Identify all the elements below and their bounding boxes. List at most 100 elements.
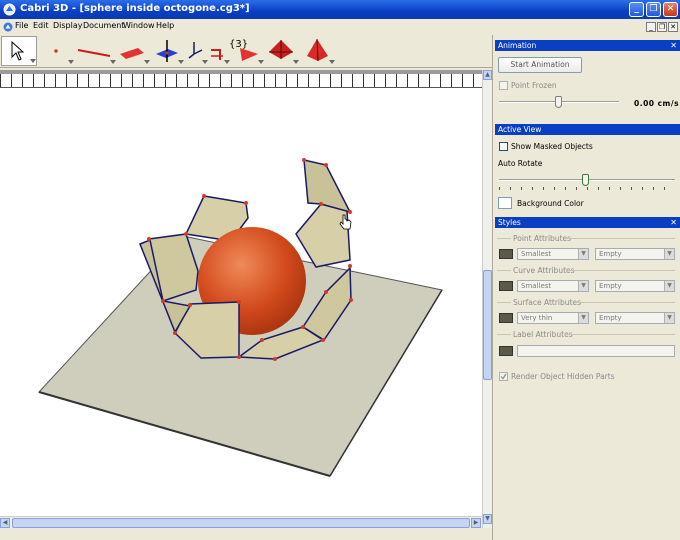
vertex-point[interactable] [324,290,328,294]
close-icon[interactable]: ✕ [670,40,677,51]
surface-color-swatch[interactable] [499,313,513,323]
line-tool[interactable] [76,36,116,66]
animation-panel-header: Animation ✕ [495,40,680,51]
horizontal-scrollbar[interactable]: ◀ ▶ [0,516,482,528]
regular-polyhedron-tool[interactable] [303,36,335,66]
close-icon[interactable]: ✕ [670,217,677,228]
pentagon-face[interactable] [295,203,351,268]
close-button[interactable]: ✕ [663,2,678,17]
curve-style-value: Empty [599,282,622,290]
tool-menu-arrow [68,60,74,64]
vertex-point[interactable] [237,300,241,304]
vertex-point[interactable] [319,202,323,206]
curve-attributes-label: Curve Attributes [513,266,575,275]
point-tool[interactable] [42,36,74,66]
maximize-button[interactable]: ❐ [646,2,661,17]
polygon-tool[interactable] [236,36,264,66]
point-color-swatch[interactable] [499,249,513,259]
vertical-scroll-thumb[interactable] [483,270,492,380]
scroll-left-arrow-icon[interactable]: ◀ [0,518,10,528]
mdi-restore-button[interactable]: ❐ [657,22,667,32]
vertical-scrollbar[interactable]: ▲ ▼ [482,70,492,528]
divider [565,334,675,335]
label-font-field[interactable] [517,345,675,357]
auto-rotate-slider-thumb[interactable] [582,174,589,186]
drawing-canvas[interactable] [0,88,482,516]
menu-window[interactable]: Window [123,21,155,30]
vertex-point[interactable] [244,201,248,205]
scroll-right-arrow-icon[interactable]: ▶ [471,518,481,528]
background-color-swatch[interactable] [498,197,512,209]
background-color-label: Background Color [517,199,584,208]
vertex-point[interactable] [348,210,352,214]
menu-edit[interactable]: Edit [33,21,49,30]
horizontal-scroll-thumb[interactable] [12,518,470,528]
curve-color-swatch[interactable] [499,281,513,291]
render-hidden-checkbox[interactable] [499,372,508,381]
divider [575,302,675,303]
show-masked-checkbox[interactable] [499,142,508,151]
scroll-down-arrow-icon[interactable]: ▼ [483,514,492,524]
cabri-app-icon [3,3,16,16]
start-animation-button[interactable]: Start Animation [498,57,582,73]
vertex-point[interactable] [202,194,206,198]
point-frozen-checkbox[interactable] [499,81,508,90]
plane-tool[interactable] [118,36,150,66]
transformation-tool[interactable] [186,36,208,66]
scroll-up-arrow-icon[interactable]: ▲ [483,70,492,80]
tool-menu-arrow [178,60,184,64]
divider [567,270,675,271]
checkmark-icon [500,373,507,380]
scene-3d[interactable] [0,88,482,516]
show-masked-label: Show Masked Objects [511,142,593,151]
status-band [0,528,492,540]
chevron-down-icon: ▼ [578,313,588,323]
vertex-point[interactable] [184,232,188,236]
surface-thickness-select[interactable]: Very thin ▼ [517,312,589,324]
vertex-point[interactable] [237,355,241,359]
curve-style-select[interactable]: Empty ▼ [595,280,675,292]
ruler [0,70,482,88]
vertex-point[interactable] [348,264,352,268]
vertex-point[interactable] [324,163,328,167]
polyhedron-tool[interactable] [267,36,299,66]
point-size-select[interactable]: Smallest ▼ [517,248,589,260]
vertex-point[interactable] [188,303,192,307]
tool-menu-arrow [110,60,116,64]
pointer-tool[interactable] [1,36,37,66]
perpendicular-tool[interactable] [152,36,184,66]
vertex-point[interactable] [273,357,277,361]
vertex-point[interactable] [302,158,306,162]
surface-attributes-label: Surface Attributes [513,298,581,307]
mdi-minimize-button[interactable]: _ [646,22,656,32]
curve-thickness-select[interactable]: Smallest ▼ [517,280,589,292]
menu-document[interactable]: Document [83,21,124,30]
point-style-select[interactable]: Empty ▼ [595,248,675,260]
pentagon-face[interactable] [303,159,352,214]
vertex-point[interactable] [301,325,305,329]
vertex-point[interactable] [321,338,325,342]
speed-slider-thumb[interactable] [555,96,562,108]
menu-help[interactable]: Help [156,21,174,30]
animation-header-label: Animation [498,41,537,50]
mdi-close-button[interactable]: ✕ [668,22,678,32]
chevron-down-icon: ▼ [664,249,674,259]
measurement-tool[interactable] [208,36,230,66]
vertex-point[interactable] [173,331,177,335]
vertex-point[interactable] [349,298,353,302]
toolbar: {3} [0,35,492,68]
minimize-button[interactable]: _ [629,2,644,17]
auto-rotate-label: Auto Rotate [498,159,543,168]
label-attributes-label: Label Attributes [513,330,573,339]
title-bar: Cabri 3D - [sphere inside octogone.cg3*]… [0,0,680,19]
menu-display[interactable]: Display [53,21,83,30]
styles-header-label: Styles [498,218,521,227]
menu-file[interactable]: File [15,21,28,30]
vertex-point[interactable] [147,237,151,241]
vertex-point[interactable] [161,299,165,303]
surface-style-select[interactable]: Empty ▼ [595,312,675,324]
label-color-swatch[interactable] [499,346,513,356]
vertex-point[interactable] [260,338,264,342]
auto-rotate-ticks [499,187,675,190]
chevron-down-icon: ▼ [664,281,674,291]
